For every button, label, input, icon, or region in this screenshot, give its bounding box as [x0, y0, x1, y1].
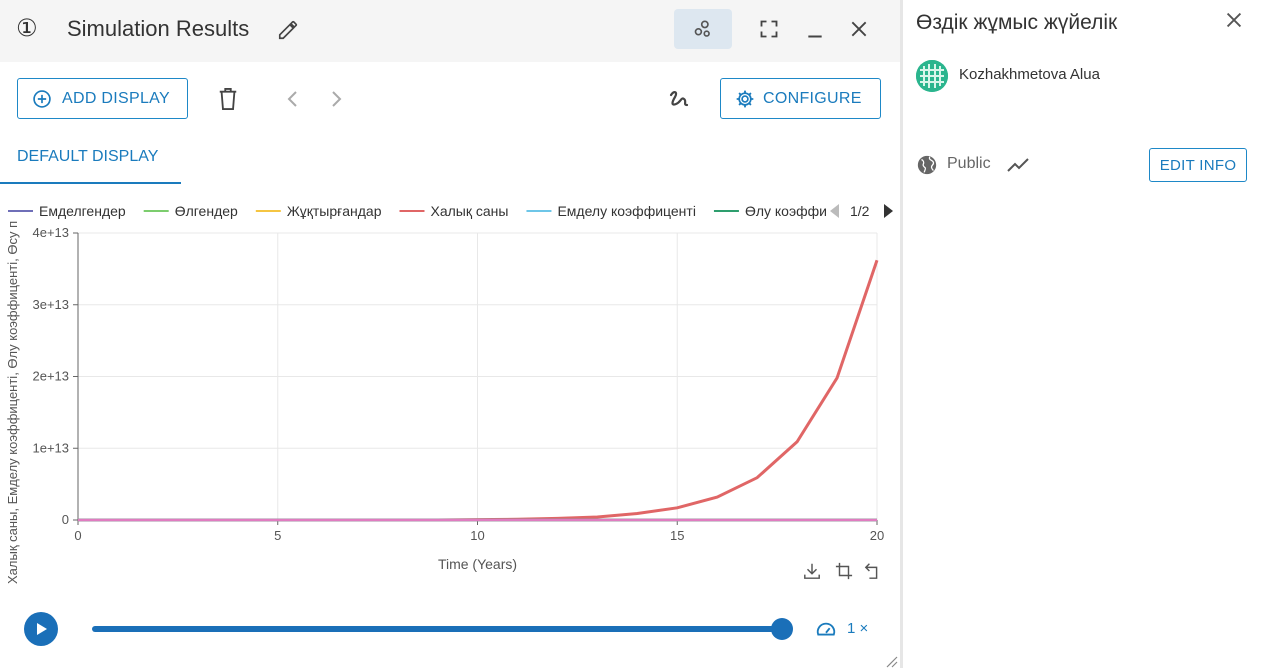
info-panel: Өздік жұмыс жүйелік Kozhakhmetova Alua P…: [903, 0, 1261, 668]
zoom-reset-icon: [864, 563, 878, 579]
legend-label: Жұқтырғандар: [287, 203, 382, 219]
close-icon[interactable]: [1223, 9, 1245, 31]
play-button[interactable]: [24, 612, 58, 646]
fullscreen-button[interactable]: [755, 9, 783, 49]
visibility-label: Public: [947, 155, 991, 172]
y-tick-label: 4e+13: [32, 225, 69, 240]
legend-label: Емделу коэффиценті: [557, 203, 695, 219]
playback-speed[interactable]: 1 ×: [847, 620, 868, 637]
legend-next-icon: [884, 204, 893, 218]
crop-zoom-icon: [835, 562, 853, 580]
window-title-bar: ① Simulation Results: [0, 0, 900, 62]
download-chart-button[interactable]: [802, 561, 822, 581]
legend-page: 1/2: [850, 203, 870, 219]
window-number: ①: [16, 14, 38, 42]
add-display-label: ADD DISPLAY: [62, 89, 170, 107]
minimize-icon: [808, 35, 822, 38]
x-axis-label: Time (Years): [438, 556, 517, 572]
y-tick-label: 0: [62, 512, 69, 527]
y-tick-label: 1e+13: [32, 440, 69, 455]
edit-title-pencil-icon[interactable]: [277, 19, 299, 41]
zoom-select-button[interactable]: [834, 561, 854, 581]
author-name: Kozhakhmetova Alua: [959, 66, 1100, 83]
chart-axes: 0 1e+13 2e+13 3e+13 4e+13 0 5 10 15 20 Time (Years…: [5, 221, 884, 584]
previous-display-button[interactable]: [282, 88, 302, 110]
x-tick-label: 10: [470, 528, 484, 543]
tab-default-display[interactable]: DEFAULT DISPLAY: [0, 136, 181, 184]
close-icon: [851, 21, 867, 37]
trash-icon: [219, 88, 237, 110]
chart-legend: Емделгендер Өлгендер Жұқтырғандар Халық сан…: [8, 203, 893, 219]
draw-button[interactable]: [666, 86, 692, 112]
legend-label: Өлу коэффи: [745, 203, 827, 219]
info-panel-title: Өздік жұмыс жүйелік: [916, 11, 1118, 34]
configure-label: CONFIGURE: [763, 89, 862, 107]
x-tick-label: 15: [670, 528, 684, 543]
playback-slider-thumb[interactable]: [771, 618, 793, 640]
y-axis-label: Халық саны, Емделу коэффиценті, Өлу коэф…: [5, 221, 20, 584]
window-title: Simulation Results: [67, 16, 250, 41]
y-tick-label: 3e+13: [32, 297, 69, 312]
gear-icon: [736, 90, 754, 107]
simulation-results-window: ① Simulation Results ADD DISPLAY CONFIGU…: [0, 0, 900, 668]
edit-info-button[interactable]: EDIT INFO: [1149, 148, 1247, 182]
playback-slider-track[interactable]: [92, 626, 782, 632]
globe-icon: [917, 155, 937, 175]
add-display-button[interactable]: ADD DISPLAY: [17, 78, 188, 119]
add-circle-icon: [33, 89, 51, 108]
trending-icon: [1007, 158, 1029, 172]
legend-label: Өлгендер: [175, 203, 238, 219]
delete-display-button[interactable]: [216, 86, 240, 112]
simulation-chart: Емделгендер Өлгендер Жұқтырғандар Халық сан…: [5, 203, 893, 584]
download-icon: [804, 563, 820, 579]
fullscreen-icon: [760, 20, 778, 38]
next-display-button[interactable]: [327, 88, 347, 110]
x-tick-label: 5: [274, 528, 281, 543]
y-tick-label: 2e+13: [32, 369, 69, 384]
chevron-left-icon: [287, 91, 297, 107]
x-tick-label: 0: [74, 528, 81, 543]
legend-label: Халық саны: [431, 203, 509, 219]
scenario-button[interactable]: [674, 9, 732, 49]
legend-label: Емделгендер: [39, 203, 126, 219]
resize-grip-icon[interactable]: [884, 654, 898, 668]
zoom-reset-button[interactable]: [863, 561, 883, 581]
speedometer-icon[interactable]: [815, 619, 837, 641]
x-tick-label: 20: [870, 528, 884, 543]
configure-button[interactable]: CONFIGURE: [720, 78, 881, 119]
avatar: [916, 60, 948, 92]
close-window-button[interactable]: [845, 9, 873, 49]
avatar-pattern-icon: [916, 60, 948, 92]
squiggle-icon: [669, 91, 689, 107]
legend-prev-icon: [830, 204, 839, 218]
play-icon: [37, 623, 47, 635]
minimize-button[interactable]: [801, 9, 829, 49]
chevron-right-icon: [332, 91, 342, 107]
scenario-icon: [694, 20, 710, 37]
